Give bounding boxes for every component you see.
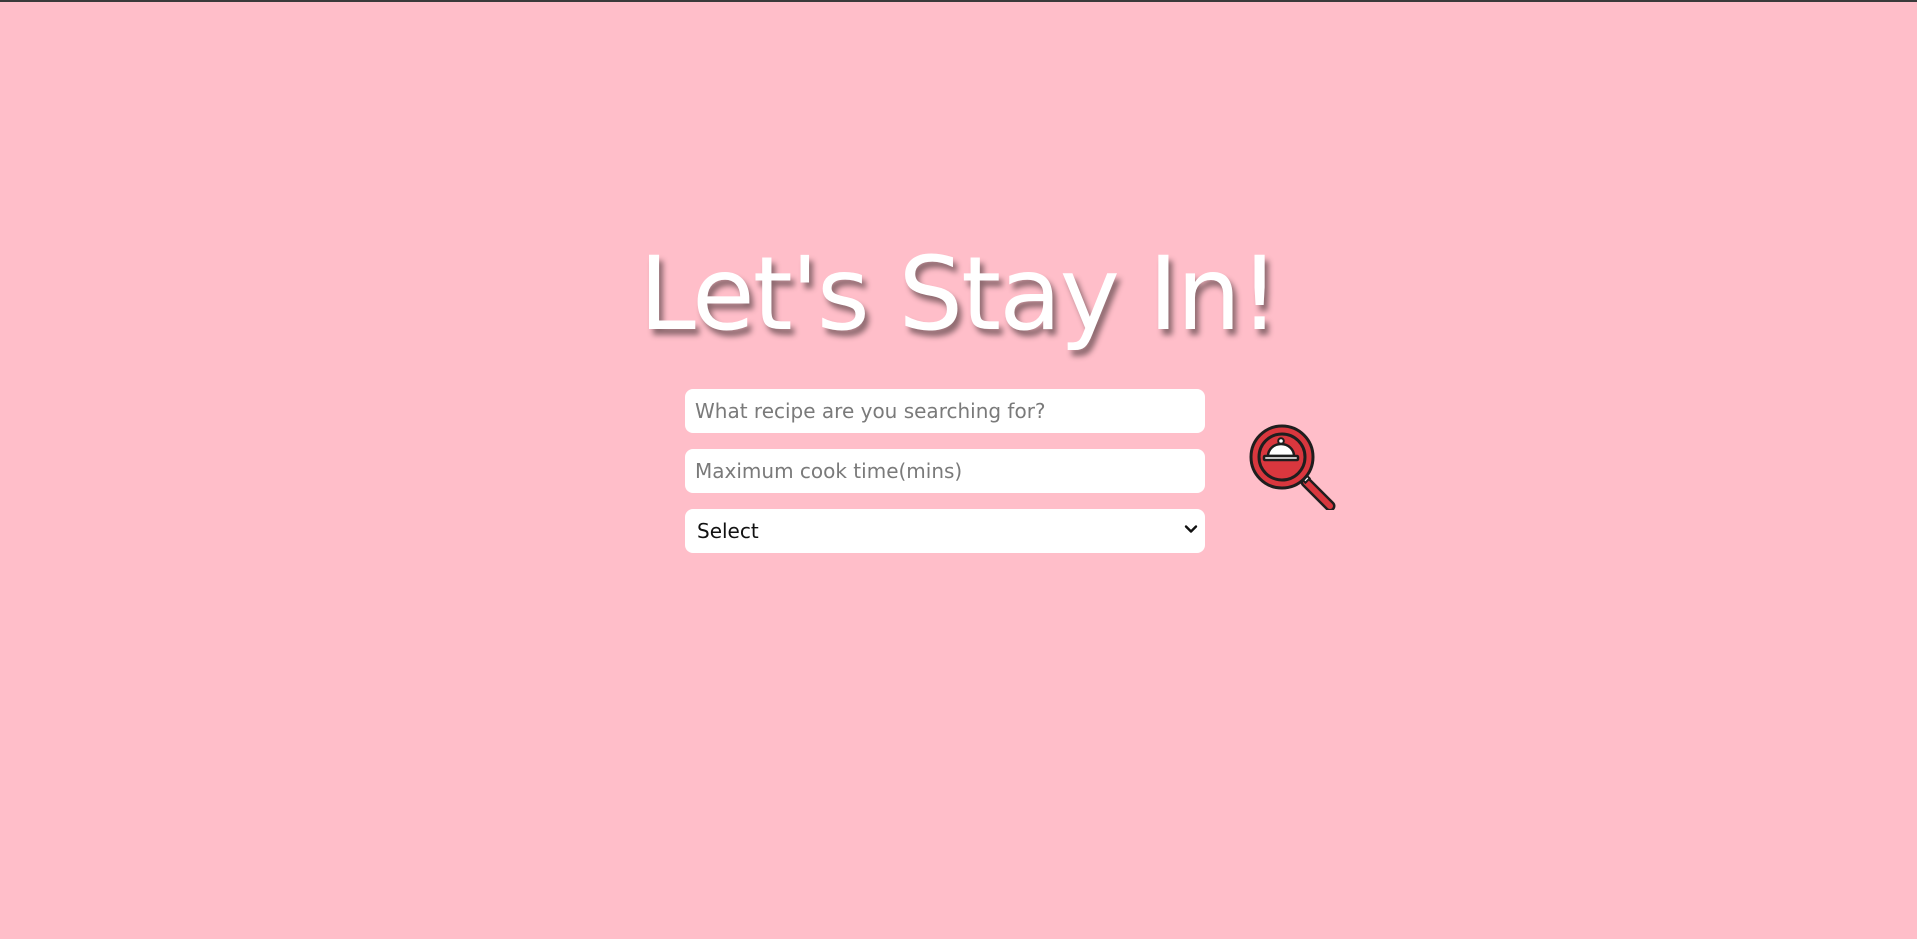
search-form: Select <box>685 389 1205 553</box>
recipe-search-input[interactable] <box>685 389 1205 433</box>
page-title: Let's Stay In! <box>638 235 1280 354</box>
category-select[interactable]: Select <box>685 509 1205 553</box>
cloche-magnifier-icon <box>1249 424 1336 512</box>
select-value: Select <box>697 519 759 543</box>
search-button[interactable] <box>1248 424 1336 512</box>
cook-time-input[interactable] <box>685 449 1205 493</box>
chevron-down-icon <box>1184 525 1198 533</box>
